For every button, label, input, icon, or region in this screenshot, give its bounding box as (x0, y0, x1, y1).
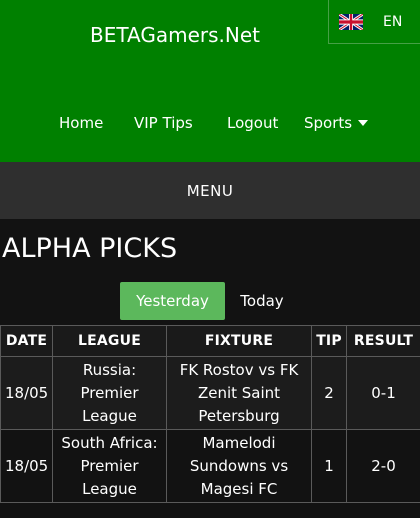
menu-toggle[interactable]: MENU (0, 162, 420, 219)
column-header-league: LEAGUE (52, 325, 167, 357)
column-header-date: DATE (0, 325, 53, 357)
nav-sports[interactable]: Sports (304, 114, 369, 132)
cell-fixture: Mamelodi Sundowns vs Magesi FC (166, 429, 312, 503)
site-title[interactable]: BETAGamers.Net (90, 23, 260, 47)
nav-logout[interactable]: Logout (227, 114, 278, 132)
caret-down-icon (358, 120, 369, 126)
tab-yesterday[interactable]: Yesterday (120, 282, 225, 320)
table-row: 18/05 Russia: Premier League FK Rostov v… (0, 356, 420, 430)
cell-fixture: FK Rostov vs FK Zenit Saint Petersburg (166, 356, 312, 430)
uk-flag-icon (339, 13, 363, 30)
column-header-tip: TIP (311, 325, 347, 357)
picks-table: DATE LEAGUE FIXTURE TIP RESULT 18/05 Rus… (0, 325, 420, 503)
nav-vip-tips[interactable]: VIP Tips (134, 114, 193, 132)
cell-result: 0-1 (346, 356, 420, 430)
cell-tip: 2 (311, 356, 347, 430)
cell-tip: 1 (311, 429, 347, 503)
cell-league: Russia: Premier League (52, 356, 167, 430)
page-title: ALPHA PICKS (2, 233, 178, 264)
cell-date: 18/05 (0, 429, 53, 503)
column-header-fixture: FIXTURE (166, 325, 312, 357)
main-nav: Home VIP Tips Logout Sports (0, 114, 420, 134)
language-code: EN (383, 13, 403, 30)
tab-today[interactable]: Today (232, 282, 292, 320)
column-header-result: RESULT (346, 325, 420, 357)
language-selector[interactable]: EN (328, 0, 420, 44)
site-header: BETAGamers.Net EN Home VIP Tips Logout S… (0, 0, 420, 162)
cell-date: 18/05 (0, 356, 53, 430)
cell-league: South Africa: Premier League (52, 429, 167, 503)
table-header-row: DATE LEAGUE FIXTURE TIP RESULT (0, 325, 420, 357)
nav-sports-label: Sports (304, 114, 353, 132)
nav-home[interactable]: Home (59, 114, 103, 132)
cell-result: 2-0 (346, 429, 420, 503)
table-row: 18/05 South Africa: Premier League Mamel… (0, 429, 420, 503)
